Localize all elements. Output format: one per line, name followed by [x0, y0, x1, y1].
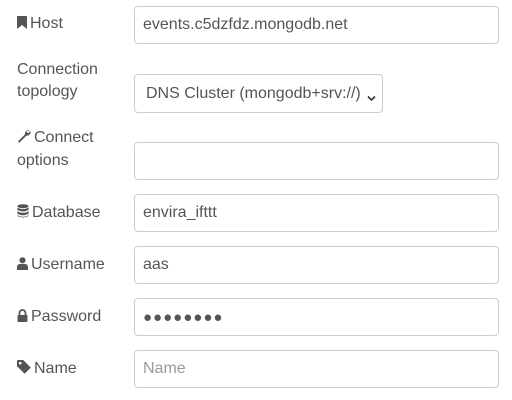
bookmark-icon — [17, 16, 27, 29]
username-label-text: Username — [31, 256, 105, 273]
database-input[interactable] — [134, 194, 499, 232]
tag-icon — [17, 360, 31, 374]
connect-options-label-2: options — [17, 149, 69, 172]
connect-options-input[interactable] — [134, 142, 499, 180]
host-label-text: Host — [30, 15, 63, 32]
topology-label-line2: topology — [17, 83, 78, 100]
password-masked-value: ●●●●●●●● — [143, 308, 224, 326]
host-label: Host — [17, 12, 63, 35]
user-icon — [17, 257, 28, 270]
username-input[interactable] — [134, 246, 499, 284]
connect-options-label-line2: options — [17, 152, 69, 169]
chevron-down-icon — [367, 89, 376, 107]
name-input[interactable] — [134, 350, 499, 388]
database-label-text: Database — [32, 204, 101, 221]
password-label: Password — [17, 305, 101, 328]
connect-options-label: Connect — [17, 126, 94, 149]
wrench-icon — [17, 129, 31, 143]
topology-selected-value: DNS Cluster (mongodb+srv://) — [146, 84, 361, 102]
name-label-text: Name — [34, 360, 77, 377]
host-input[interactable] — [134, 6, 499, 44]
topology-label: Connection — [17, 58, 98, 81]
name-label: Name — [17, 357, 77, 380]
topology-select[interactable]: DNS Cluster (mongodb+srv://) — [134, 74, 383, 113]
topology-label-2: topology — [17, 80, 78, 103]
database-icon — [17, 204, 29, 218]
username-label: Username — [17, 253, 105, 276]
lock-icon — [17, 309, 28, 322]
password-input[interactable]: ●●●●●●●● — [134, 298, 499, 336]
connect-options-label-line1: Connect — [34, 129, 94, 146]
password-label-text: Password — [31, 308, 102, 325]
database-label: Database — [17, 201, 101, 224]
topology-label-line1: Connection — [17, 61, 98, 78]
